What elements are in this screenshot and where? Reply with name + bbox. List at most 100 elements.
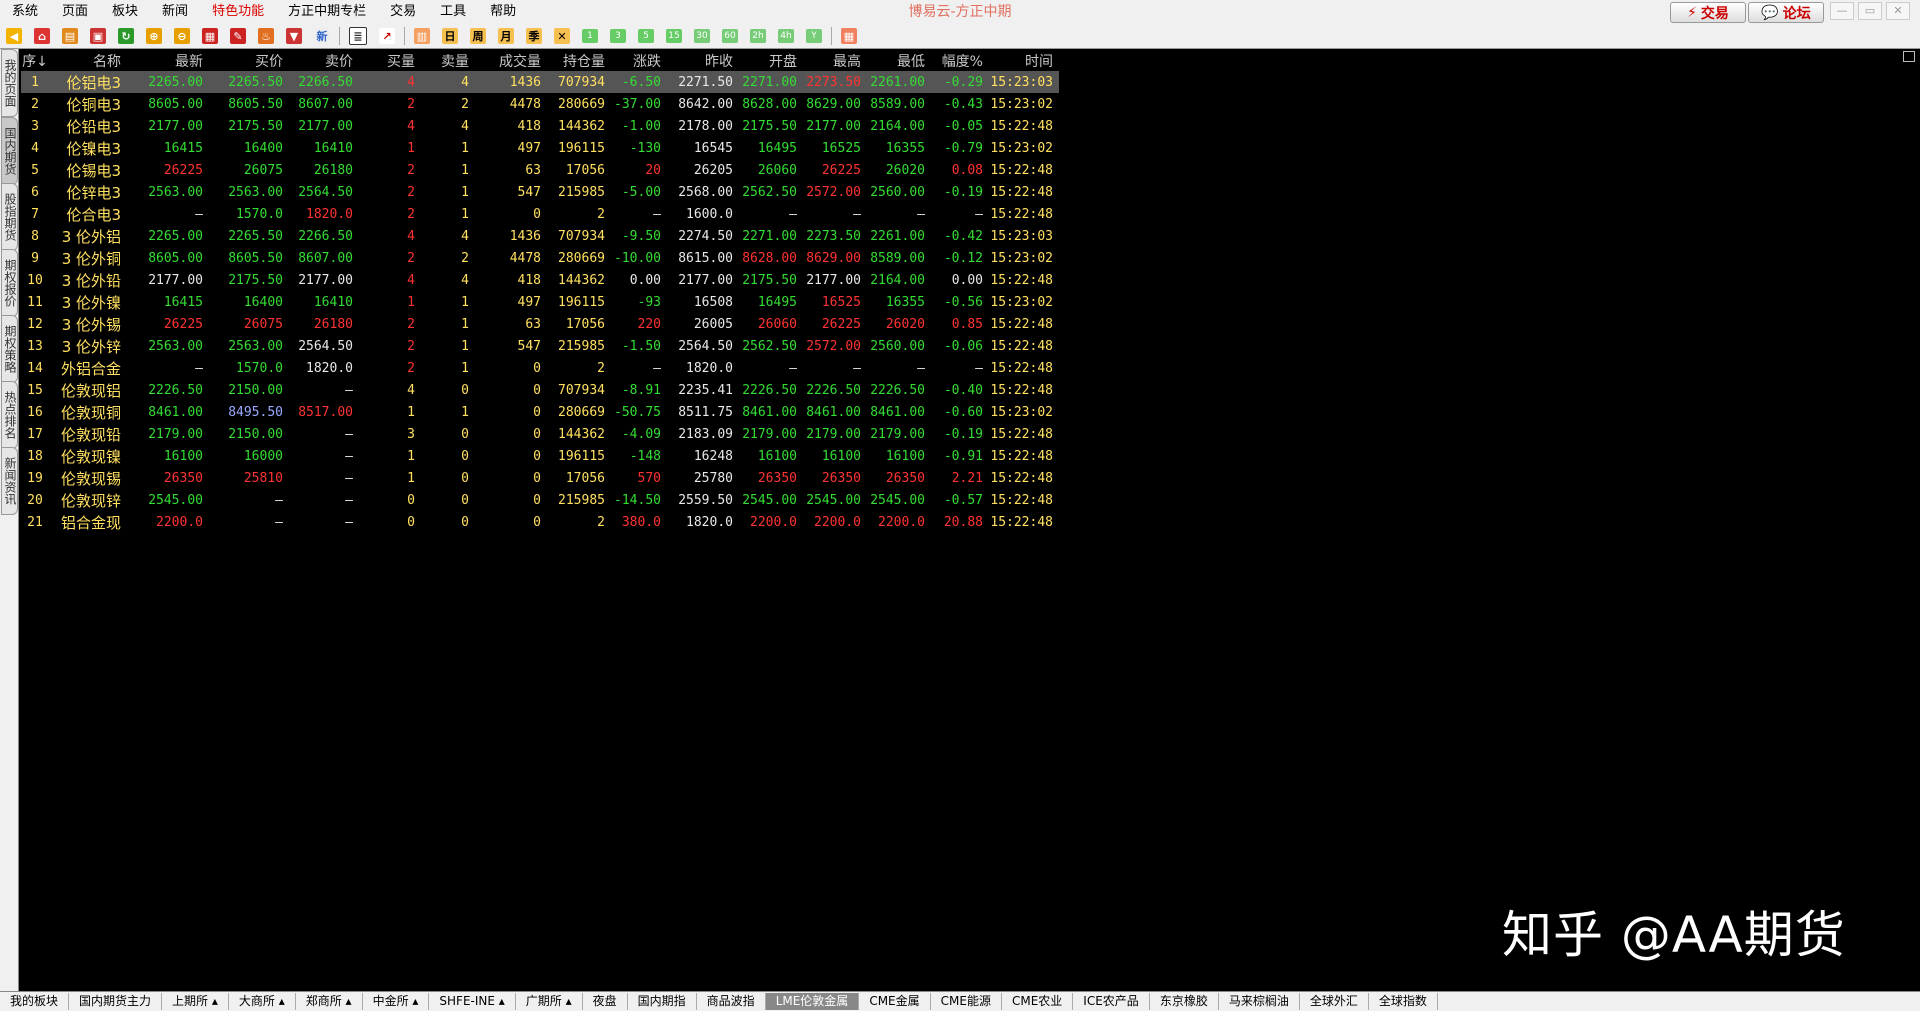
tick-icon[interactable]: ▥ — [414, 28, 430, 44]
column-header[interactable]: 最高 — [803, 50, 867, 71]
exchange-tab[interactable]: CME农业 — [1002, 993, 1074, 1010]
trade-button[interactable]: ⚡ 交易 — [1670, 2, 1746, 23]
side-tab[interactable]: 期权报价 — [1, 249, 18, 317]
period-button[interactable]: 30 — [694, 29, 710, 43]
zoom-in-icon[interactable]: ⊕ — [146, 28, 162, 44]
news-icon[interactable]: ▣ — [90, 28, 106, 44]
menu-item[interactable]: 系统 — [0, 0, 50, 24]
menu-item[interactable]: 帮助 — [478, 0, 528, 24]
exchange-tab[interactable]: LME伦敦金属 — [765, 993, 860, 1010]
book-icon[interactable]: ▤ — [62, 28, 78, 44]
menu-item[interactable]: 页面 — [50, 0, 100, 24]
pen-icon[interactable]: ✎ — [230, 28, 246, 44]
chart-view-icon[interactable]: ↗ — [379, 28, 395, 44]
exchange-tab[interactable]: 广期所 ▴ — [516, 993, 583, 1010]
table-row[interactable]: 21 铝合金现 2200.0 — — 0 0 0 2 380.0 1820.0 2200.0 2200.… — [21, 511, 1059, 533]
side-tab[interactable]: 我的页面 — [1, 49, 18, 117]
column-header[interactable]: 卖量 — [421, 50, 475, 71]
exchange-tab[interactable]: ICE农产品 — [1073, 993, 1150, 1010]
period-button[interactable]: 4h — [778, 29, 794, 43]
maximize-icon[interactable]: ▭ — [1858, 2, 1882, 20]
year-period-button[interactable]: Y — [806, 29, 822, 43]
period-button[interactable]: 5 — [638, 29, 654, 43]
side-tab[interactable]: 热点排名 — [1, 381, 18, 449]
column-header[interactable]: 昨收 — [667, 50, 739, 71]
period-button[interactable]: 2h — [750, 29, 766, 43]
column-header[interactable]: 名称 — [49, 50, 127, 71]
column-header[interactable]: 最低 — [867, 50, 931, 71]
filter-icon[interactable]: ▼ — [286, 28, 302, 44]
exchange-tab[interactable]: 我的板块 — [0, 993, 70, 1010]
column-header[interactable]: 序↓ — [21, 50, 49, 71]
window-icon[interactable]: ▦ — [202, 28, 218, 44]
exchange-tab[interactable]: 马来棕榈油 — [1219, 993, 1300, 1010]
exchange-tab[interactable]: 全球指数 — [1369, 993, 1438, 1010]
exchange-tab[interactable]: 上期所 ▴ — [162, 993, 229, 1010]
column-header[interactable]: 时间 — [989, 50, 1059, 71]
calculator-icon[interactable]: ▦ — [841, 28, 857, 44]
table-row[interactable]: 5 伦锡电3 26225 26075 26180 2 1 63 17056 20 26205 2606… — [21, 159, 1059, 181]
column-header[interactable]: 成交量 — [475, 50, 547, 71]
period-button[interactable]: 15 — [666, 29, 682, 43]
exchange-tab[interactable]: 国内期货主力 — [69, 993, 163, 1010]
table-row[interactable]: 4 伦镍电3 16415 16400 16410 1 1 497 196115 -130 16545… — [21, 137, 1059, 159]
table-row[interactable]: 11 3 伦外镍 16415 16400 16410 1 1 497 196115 -93 1650… — [21, 291, 1059, 313]
exchange-tab[interactable]: SHFE-INE ▴ — [429, 993, 516, 1010]
side-tab[interactable]: 新闻资讯 — [1, 447, 18, 515]
menu-item[interactable]: 特色功能 — [200, 0, 276, 24]
forum-button[interactable]: 💬 论坛 — [1748, 2, 1824, 23]
table-row[interactable]: 20 伦敦现锌 2545.00 — — 0 0 0 215985 -14.50 2559.50 254… — [21, 489, 1059, 511]
alert-icon[interactable]: ♨ — [258, 28, 274, 44]
minimize-icon[interactable]: — — [1830, 2, 1854, 20]
exchange-tab[interactable]: 大商所 ▴ — [229, 993, 296, 1010]
column-header[interactable]: 幅度% — [931, 50, 989, 71]
table-row[interactable]: 12 3 伦外锡 26225 26075 26180 2 1 63 17056 220 26005 2… — [21, 313, 1059, 335]
table-row[interactable]: 15 伦敦现铝 2226.50 2150.00 — 4 0 0 707934 -8.91 2235.… — [21, 379, 1059, 401]
exchange-tab[interactable]: 商品波指 — [697, 993, 766, 1010]
season-period-button[interactable]: 季 — [526, 28, 542, 44]
column-header[interactable]: 涨跌 — [611, 50, 667, 71]
menu-item[interactable]: 新闻 — [150, 0, 200, 24]
exchange-tab[interactable]: 全球外汇 — [1300, 993, 1369, 1010]
exchange-tab[interactable]: CME金属 — [859, 993, 931, 1010]
period-button[interactable]: 60 — [722, 29, 738, 43]
table-row[interactable]: 17 伦敦现铅 2179.00 2150.00 — 3 0 0 144362 -4.09 2183.… — [21, 423, 1059, 445]
new-icon[interactable]: 新 — [314, 28, 330, 44]
refresh-icon[interactable]: ↻ — [118, 28, 134, 44]
column-header[interactable]: 开盘 — [739, 50, 803, 71]
table-row[interactable]: 16 伦敦现铜 8461.00 8495.50 8517.00 1 1 0 280669 -50.… — [21, 401, 1059, 423]
zoom-out-icon[interactable]: ⊖ — [174, 28, 190, 44]
period-button[interactable]: 1 — [582, 29, 598, 43]
week-period-button[interactable]: 周 — [470, 28, 486, 44]
cross-icon[interactable]: ✕ — [554, 28, 570, 44]
back-arrow-icon[interactable]: ◀ — [6, 28, 22, 44]
exchange-tab[interactable]: 国内期指 — [628, 993, 697, 1010]
menu-item[interactable]: 板块 — [100, 0, 150, 24]
column-header[interactable]: 买价 — [209, 50, 289, 71]
table-row[interactable]: 7 伦合电3 — 1570.0 1820.0 2 1 0 2 — 1600.0 — — — — 15:22:4… — [21, 203, 1059, 225]
table-row[interactable]: 10 3 伦外铅 2177.00 2175.50 2177.00 4 4 418 144362 0… — [21, 269, 1059, 291]
exchange-tab[interactable]: 夜盘 — [583, 993, 628, 1010]
table-row[interactable]: 93 伦外铜 8605.00 8605.50 8607.00 2 2 4478 280669-… — [21, 247, 1059, 269]
exchange-tab[interactable]: CME能源 — [931, 993, 1002, 1010]
period-button[interactable]: 3 — [610, 29, 626, 43]
column-header[interactable]: 买量 — [359, 50, 421, 71]
side-tab[interactable]: 股指期货 — [1, 183, 18, 251]
side-tab[interactable]: 国内期货 — [1, 117, 18, 185]
table-row[interactable]: 6 伦锌电3 2563.00 2563.00 2564.50 2 1 547 215985 -5.… — [21, 181, 1059, 203]
month-period-button[interactable]: 月 — [498, 28, 514, 44]
menu-item[interactable]: 方正中期专栏 — [276, 0, 378, 24]
menu-item[interactable]: 工具 — [428, 0, 478, 24]
table-view-icon[interactable]: ≣ — [349, 27, 367, 45]
table-row[interactable]: 19 伦敦现锡 26350 25810 — 1 0 0 17056 570 25780 26350 26… — [21, 467, 1059, 489]
side-tab[interactable]: 期权策略 — [1, 315, 18, 383]
column-header[interactable]: 持仓量 — [547, 50, 611, 71]
table-row[interactable]: 83 伦外铝 2265.00 2265.50 2266.50 4 4 1436 707934-… — [21, 225, 1059, 247]
restore-panel-icon[interactable] — [1903, 51, 1915, 62]
table-row[interactable]: 18 伦敦现镍 16100 16000 — 1 0 0 196115 -148 16248 16100… — [21, 445, 1059, 467]
table-row[interactable]: 1 伦铝电3 2265.00 2265.50 2266.50 4 4 1436 707934 -6… — [21, 71, 1059, 93]
exchange-tab[interactable]: 中金所 ▴ — [363, 993, 430, 1010]
table-row[interactable]: 13 3 伦外锌 2563.00 2563.00 2564.50 2 1 547 215985-… — [21, 335, 1059, 357]
close-icon[interactable]: ✕ — [1886, 2, 1910, 20]
menu-item[interactable]: 交易 — [378, 0, 428, 24]
